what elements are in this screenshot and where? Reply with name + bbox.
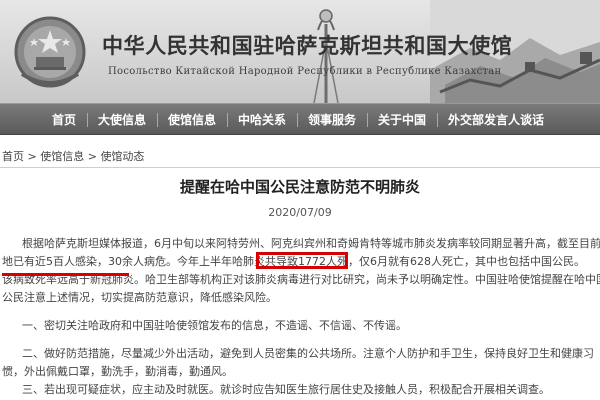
breadcrumb-separator: > bbox=[27, 150, 37, 163]
article-line: 公民注意上述情况，切实提高防范意识，降低感染风险。 bbox=[2, 290, 277, 306]
article-line: 根据哈萨克斯坦媒体报道，6月中旬以来阿特劳州、阿克纠宾州和奇姆肯特等城市肺炎发病… bbox=[22, 236, 600, 252]
site-banner: 中华人民共和国驻哈萨克斯坦共和国大使馆 Посольство Китайской… bbox=[0, 0, 600, 103]
article-text: 惯，外出佩戴口罩，勤洗手，勤消毒，勤通风。 bbox=[2, 365, 233, 378]
nav-item-china-kz-relations[interactable]: 中哈关系 bbox=[238, 104, 286, 136]
article-line: 一、密切关注哈政府和中国驻哈使领馆发布的信息，不造谣、不信谣、不传谣。 bbox=[22, 318, 407, 334]
article-text: ，仅6月就有628人死亡，其中也包括中国公民。 bbox=[348, 255, 585, 268]
article-date: 2020/07/09 bbox=[268, 206, 332, 219]
nav-item-consular[interactable]: 领事服务 bbox=[308, 104, 356, 136]
article-title: 提醒在哈中国公民注意防范不明肺炎 bbox=[179, 178, 420, 196]
divider bbox=[0, 167, 600, 168]
national-emblem-icon bbox=[14, 16, 86, 88]
article-line: 三、若出现可疑症状，应主动及时就医。就诊时应告知医生旅行居住史及接触人员，积极配… bbox=[22, 382, 550, 398]
breadcrumb-embassy-news[interactable]: 使馆动态 bbox=[100, 150, 144, 163]
breadcrumb-embassy-info[interactable]: 使馆信息 bbox=[40, 150, 84, 163]
article-text: 三、若出现可疑症状，应主动及时就医。就诊时应告知医生旅行居住史及接触人员，积极配… bbox=[22, 383, 550, 396]
nav-separator bbox=[227, 113, 228, 127]
article-line: 惯，外出佩戴口罩，勤洗手，勤消毒，勤通风。 bbox=[2, 364, 233, 380]
article-text: 公民注意上述情况，切实提高防范意识，降低感染风险。 bbox=[2, 291, 277, 304]
nav-separator bbox=[297, 113, 298, 127]
nav-item-home[interactable]: 首页 bbox=[52, 104, 76, 136]
article-text: 二、做好防范措施，尽量减少外出活动，避免到人员密集的公共场所。注意个人防护和手卫… bbox=[22, 347, 594, 360]
nav-separator bbox=[157, 113, 158, 127]
nav-separator bbox=[367, 113, 368, 127]
nav-separator bbox=[437, 113, 438, 127]
breadcrumb-home[interactable]: 首页 bbox=[2, 150, 24, 163]
main-nav: 首页 大使信息 使馆信息 中哈关系 领事服务 关于中国 外交部发言人谈话 bbox=[0, 103, 600, 135]
nav-item-about-china[interactable]: 关于中国 bbox=[378, 104, 426, 136]
article-text: 根据哈萨克斯坦媒体报道，6月中旬以来阿特劳州、阿克纠宾州和奇姆肯特等城市肺炎发病… bbox=[22, 237, 600, 250]
nav-separator bbox=[87, 113, 88, 127]
article-line: 二、做好防范措施，尽量减少外出活动，避免到人员密集的公共场所。注意个人防护和手卫… bbox=[22, 346, 594, 362]
site-title: 中华人民共和国驻哈萨克斯坦共和国大使馆 bbox=[102, 33, 513, 58]
breadcrumb: 首页 > 使馆信息 > 使馆动态 bbox=[2, 148, 144, 164]
red-highlight-underline bbox=[2, 273, 129, 276]
breadcrumb-separator: > bbox=[87, 150, 97, 163]
article-text: 。哈卫生部等机构正对该肺炎病毒进行对比研究，尚未予以明确定性。中国驻哈使馆提醒在… bbox=[134, 273, 600, 286]
nav-item-ambassador[interactable]: 大使信息 bbox=[98, 104, 146, 136]
nav-item-embassy-info[interactable]: 使馆信息 bbox=[168, 104, 216, 136]
article-text: 一、密切关注哈政府和中国驻哈使领馆发布的信息，不造谣、不信谣、不传谣。 bbox=[22, 319, 407, 332]
nav-item-spokesperson[interactable]: 外交部发言人谈话 bbox=[448, 104, 544, 136]
site-subtitle: Посольство Китайской Народной Республики… bbox=[108, 66, 502, 77]
red-highlight-box bbox=[256, 252, 348, 269]
article-text: 地已有近5百人感染，30余人病危。今年上半年 bbox=[2, 255, 232, 268]
